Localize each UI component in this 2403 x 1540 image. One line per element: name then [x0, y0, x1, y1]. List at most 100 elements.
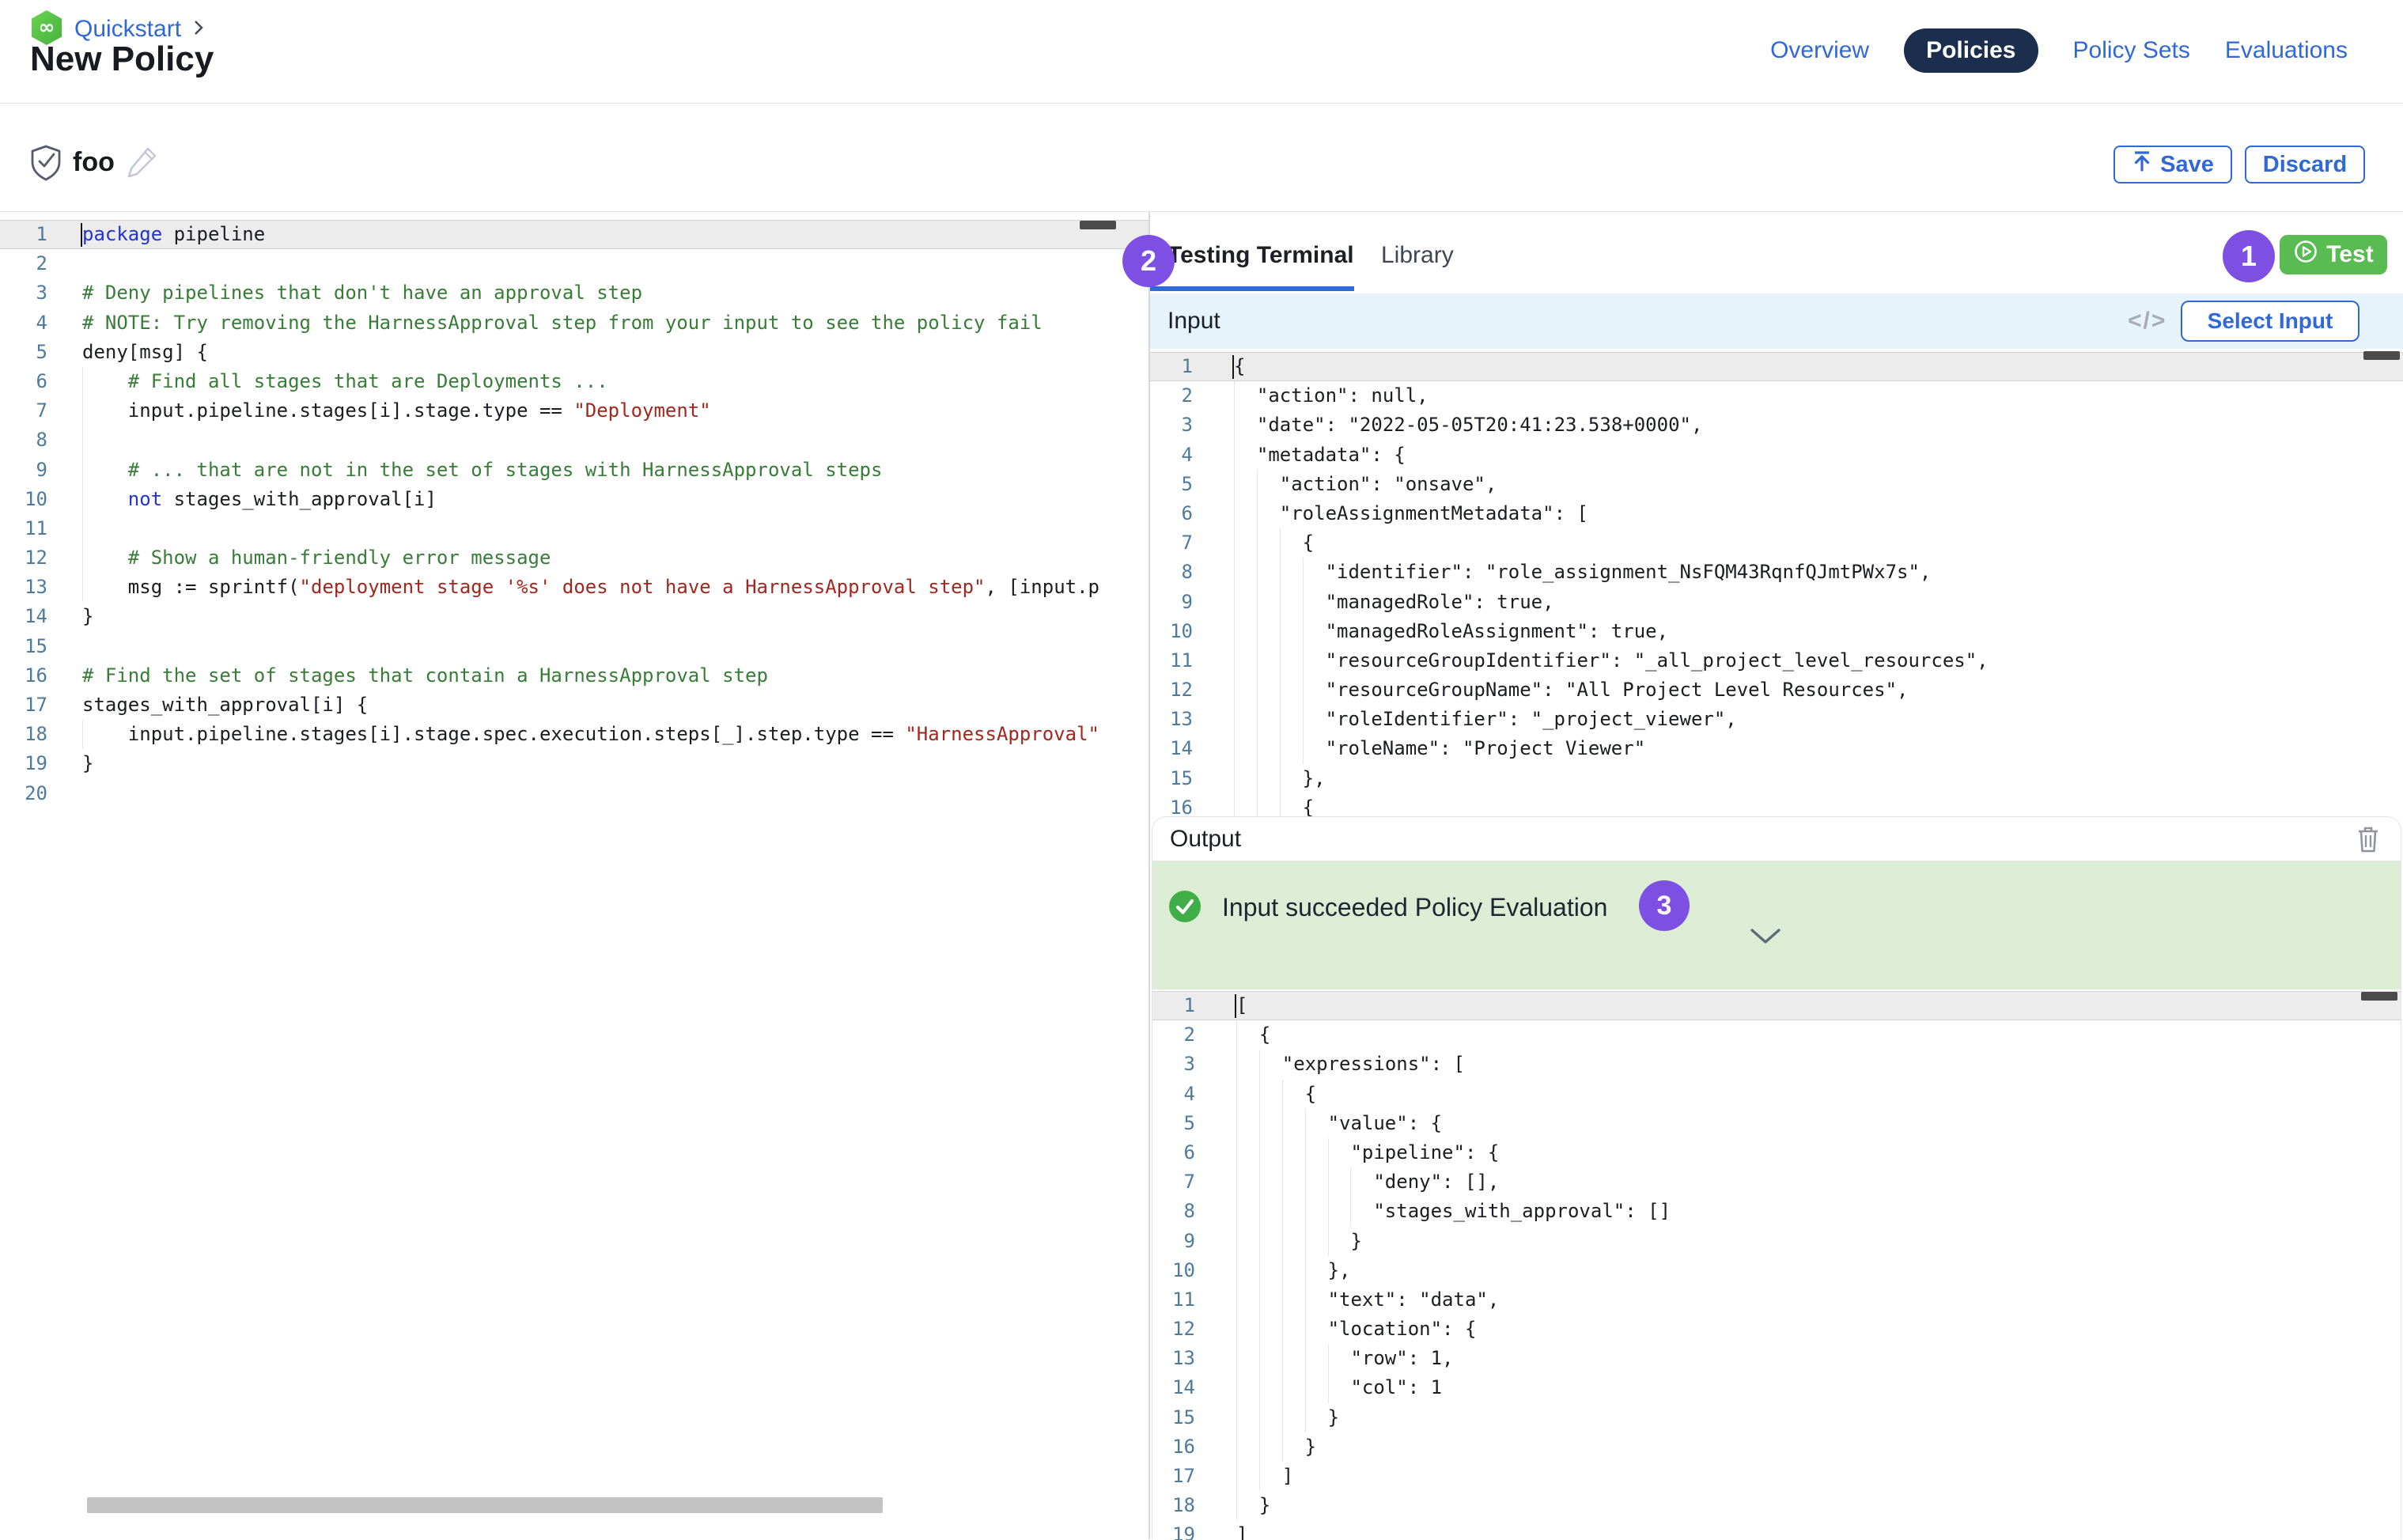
evaluation-success-banner: Input succeeded Policy Evaluation 3 [1152, 861, 2401, 989]
code-line: 14"roleName": "Project Viewer" [1150, 734, 2403, 763]
indent-guide [82, 543, 128, 573]
line-number: 13 [1150, 705, 1201, 734]
code-line: 2 [0, 249, 1149, 278]
code-line: 10not stages_with_approval[i] [0, 485, 1149, 514]
indent-guide [1282, 1373, 1305, 1402]
line-number: 5 [0, 338, 55, 367]
code-view-toggle-icon[interactable]: </> [2128, 293, 2166, 349]
breadcrumb-project-link[interactable]: Quickstart [74, 16, 181, 43]
indent-guide [1257, 705, 1280, 734]
indent-guide [1282, 1227, 1305, 1256]
indent-guide [1236, 1020, 1259, 1050]
line-number: 7 [1152, 1167, 1203, 1197]
line-number: 13 [0, 573, 55, 602]
indent-guide [1280, 617, 1303, 646]
indent-guide [1303, 705, 1326, 734]
select-input-button[interactable]: Select Input [2181, 301, 2359, 342]
line-number: 1 [1152, 991, 1203, 1020]
edit-name-button[interactable] [125, 144, 160, 184]
indent-guide [1303, 646, 1326, 675]
editor-scrollbar-thumb[interactable] [2361, 992, 2397, 1001]
indent-guide [1282, 1432, 1305, 1462]
indent-guide [1328, 1167, 1351, 1197]
policy-code-editor[interactable]: 1package pipeline23# Deny pipelines that… [0, 212, 1149, 1539]
indent-guide [1282, 1167, 1305, 1197]
select-input-label: Select Input [2208, 308, 2333, 334]
code-line: 8 [0, 426, 1149, 455]
chevron-down-icon[interactable] [1750, 929, 1780, 950]
indent-guide [1282, 1403, 1305, 1432]
save-label: Save [2160, 152, 2214, 178]
save-button[interactable]: Save [2114, 146, 2232, 184]
code-line: 7input.pipeline.stages[i].stage.type == … [0, 396, 1149, 426]
horizontal-scrollbar-thumb[interactable] [87, 1497, 883, 1513]
step-badge-3: 3 [1639, 880, 1690, 931]
code-line: 15 [0, 632, 1149, 661]
line-number: 6 [0, 367, 55, 396]
code-line: 9} [1152, 1227, 2401, 1256]
code-line: 19] [1152, 1520, 2401, 1540]
tab-library[interactable]: Library [1381, 242, 1454, 269]
evaluation-result-text: Input succeeded Policy Evaluation [1222, 893, 1607, 922]
line-number: 3 [1150, 411, 1201, 440]
input-json-editor[interactable]: 1{2"action": null,3"date": "2022-05-05T2… [1150, 349, 2403, 816]
indent-guide [1282, 1109, 1305, 1138]
editor-scrollbar-thumb[interactable] [1080, 221, 1116, 229]
line-number: 6 [1150, 499, 1201, 528]
indent-guide [1350, 1197, 1373, 1226]
indent-guide [82, 720, 128, 749]
discard-button[interactable]: Discard [2245, 146, 2365, 184]
code-line: 16{ [1150, 793, 2403, 816]
nav-overview[interactable]: Overview [1770, 37, 1869, 64]
line-number: 3 [1152, 1050, 1203, 1079]
indent-guide [1234, 528, 1257, 558]
indent-guide [1234, 411, 1257, 440]
indent-guide [1305, 1315, 1328, 1344]
indent-guide [1234, 734, 1257, 763]
indent-guide [1259, 1315, 1282, 1344]
code-line: 15} [1152, 1403, 2401, 1432]
line-number: 18 [0, 720, 55, 749]
output-header: Output [1152, 817, 2401, 861]
indent-guide [1257, 675, 1280, 705]
indent-guide [1257, 617, 1280, 646]
indent-guide [1257, 558, 1280, 587]
code-line: 11"text": "data", [1152, 1285, 2401, 1315]
line-number: 16 [1152, 1432, 1203, 1462]
indent-guide [1259, 1138, 1282, 1167]
policy-name: foo [73, 147, 115, 178]
output-json-editor[interactable]: 1[2{3"expressions": [4{5"value": {6"pipe… [1152, 989, 2401, 1540]
code-line: 16} [1152, 1432, 2401, 1462]
indent-guide [1236, 1227, 1259, 1256]
indent-guide [1234, 705, 1257, 734]
code-line: 12"location": { [1152, 1315, 2401, 1344]
line-number: 12 [1152, 1315, 1203, 1344]
success-check-icon [1168, 890, 1202, 927]
line-number: 11 [0, 514, 55, 543]
indent-guide [1259, 1256, 1282, 1285]
indent-guide [1305, 1256, 1328, 1285]
nav-policies-active[interactable]: Policies [1904, 28, 2038, 73]
test-button[interactable]: Test [2280, 235, 2387, 274]
test-label: Test [2326, 241, 2373, 268]
nav-policy-sets[interactable]: Policy Sets [2073, 37, 2190, 64]
indent-guide [1305, 1109, 1328, 1138]
policy-editor-page: ∞ Quickstart New Policy Overview Policie… [0, 0, 2403, 1539]
indent-guide [1282, 1197, 1305, 1226]
code-line: 17stages_with_approval[i] { [0, 691, 1149, 720]
indent-guide [82, 426, 128, 455]
editor-scrollbar-thumb[interactable] [2363, 351, 2400, 360]
code-line: 1{ [1150, 352, 2403, 381]
line-number: 13 [1152, 1344, 1203, 1373]
clear-output-button[interactable] [2356, 825, 2380, 857]
tab-testing-terminal[interactable]: Testing Terminal [1167, 242, 1354, 269]
code-line: 5"action": "onsave", [1150, 470, 2403, 499]
indent-guide [1234, 558, 1257, 587]
nav-evaluations[interactable]: Evaluations [2225, 37, 2348, 64]
indent-guide [1236, 1373, 1259, 1402]
indent-guide [1236, 1167, 1259, 1197]
code-line: 7{ [1150, 528, 2403, 558]
code-line: 2{ [1152, 1020, 2401, 1050]
indent-guide [1280, 734, 1303, 763]
line-number: 15 [1150, 764, 1201, 793]
